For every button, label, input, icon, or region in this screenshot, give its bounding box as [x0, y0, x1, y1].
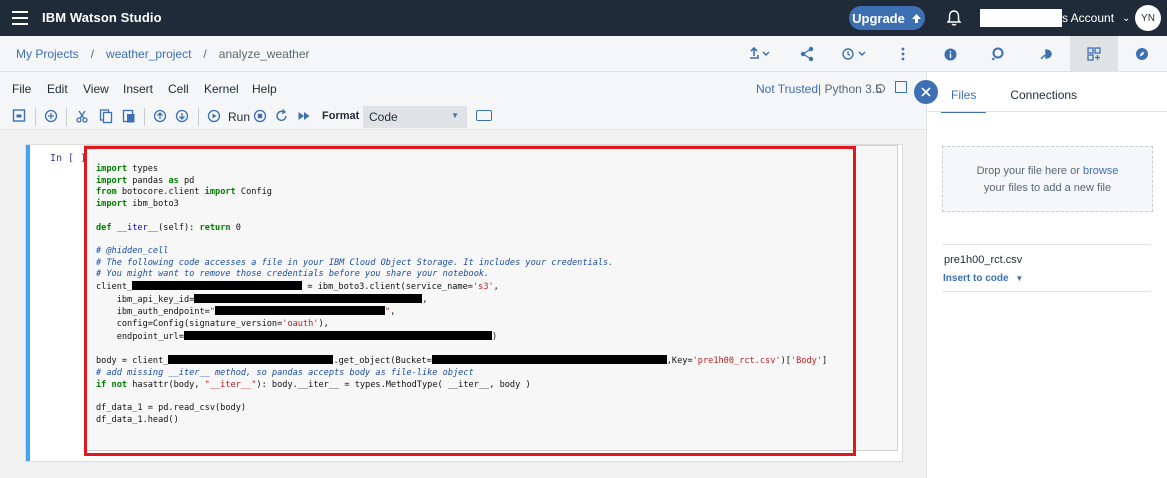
share-icon[interactable]: [799, 45, 815, 63]
account-label: s Account: [1062, 11, 1115, 25]
toolbar-divider: [35, 108, 36, 126]
menu-kernel[interactable]: Kernel: [204, 82, 239, 96]
breadcrumb-current: analyze_weather: [218, 47, 310, 61]
cell-selected-indicator: [26, 145, 30, 461]
kernel-name: | Python 3.5: [818, 82, 882, 96]
tab-files[interactable]: Files: [941, 88, 987, 113]
cell-type-value: Code: [369, 110, 398, 124]
dropdown-arrow-icon: ▼: [451, 111, 459, 120]
code-content[interactable]: import types import pandas as pd from bo…: [96, 164, 827, 426]
menu-insert[interactable]: Insert: [123, 82, 153, 96]
menu-file[interactable]: File: [12, 82, 31, 96]
comments-icon: [991, 47, 1004, 61]
explore-tab[interactable]: [1118, 36, 1166, 72]
info-tab[interactable]: [926, 36, 974, 72]
tab-connections[interactable]: Connections: [1010, 88, 1077, 113]
breadcrumb-separator: /: [203, 47, 207, 61]
format-label: Format: [322, 110, 360, 122]
restart-kernel-icon[interactable]: [275, 108, 289, 124]
run-all-icon[interactable]: [297, 108, 311, 124]
stop-icon[interactable]: [253, 108, 267, 124]
panel-divider: [927, 111, 1167, 112]
chevron-down-icon: ⌄: [1122, 12, 1131, 24]
breadcrumb-weather-project[interactable]: weather_project: [106, 47, 191, 61]
palette-icon: [1040, 49, 1052, 60]
run-button[interactable]: Run: [228, 110, 250, 124]
user-avatar[interactable]: YN: [1135, 5, 1161, 31]
menu-help[interactable]: Help: [252, 82, 277, 96]
menu-cell[interactable]: Cell: [168, 82, 189, 96]
breadcrumb: My Projects / weather_project / analyze_…: [16, 47, 310, 61]
dropzone-text-2: your files to add a new file: [983, 182, 1112, 194]
data-grid-icon: [1087, 47, 1101, 61]
account-switcher[interactable]: s Account ⌄: [980, 8, 1130, 28]
close-icon: [921, 87, 931, 97]
hamburger-menu-icon[interactable]: [12, 11, 28, 25]
notebook-menu-bar: File Edit View Insert Cell Kernel Help N…: [0, 72, 926, 104]
trust-status[interactable]: Not Trusted: [756, 82, 818, 96]
palette-tab[interactable]: [1022, 36, 1070, 72]
more-options-icon[interactable]: [898, 45, 908, 63]
notification-bell-icon[interactable]: [946, 9, 962, 27]
file-drop-zone[interactable]: Drop your file here or browse your files…: [942, 146, 1153, 212]
upgrade-button[interactable]: Upgrade: [849, 6, 925, 30]
insert-to-code-button[interactable]: Insert to code ▼: [943, 273, 1023, 284]
keyboard-shortcuts-icon[interactable]: [476, 110, 492, 121]
compass-icon: [1136, 48, 1148, 60]
toolbar-divider: [66, 108, 67, 126]
right-panel-tabs: Files Connections: [941, 88, 1077, 113]
file-name: pre1h00_rct.csv: [944, 254, 1023, 266]
toolbar-divider: [198, 108, 199, 126]
file-item[interactable]: pre1h00_rct.csv Insert to code ▼: [942, 244, 1151, 292]
menu-view[interactable]: View: [83, 82, 109, 96]
run-icon[interactable]: [207, 108, 221, 124]
save-icon[interactable]: [12, 108, 26, 124]
browse-link[interactable]: browse: [1083, 165, 1118, 177]
menu-edit[interactable]: Edit: [47, 82, 68, 96]
right-panel-icon-tabs: [926, 36, 1167, 72]
brand-title[interactable]: IBM Watson Studio: [42, 10, 162, 25]
breadcrumb-bar: My Projects / weather_project / analyze_…: [0, 36, 926, 72]
upgrade-arrow-icon: [911, 13, 921, 23]
upgrade-label: Upgrade: [852, 10, 905, 26]
breadcrumb-my-projects[interactable]: My Projects: [16, 47, 79, 61]
toolbar-divider: [144, 108, 145, 126]
redacted-account-name: [980, 9, 1062, 27]
cell-type-select[interactable]: Code ▼: [363, 106, 467, 128]
data-assets-tab[interactable]: [1070, 36, 1118, 72]
cut-icon[interactable]: [75, 108, 89, 124]
expand-icon[interactable]: [895, 81, 907, 93]
add-cell-icon[interactable]: [44, 108, 58, 124]
export-icon[interactable]: [744, 45, 774, 63]
insert-to-code-label: Insert to code: [943, 273, 1009, 284]
move-down-icon[interactable]: [175, 108, 189, 124]
comments-tab[interactable]: [974, 36, 1022, 72]
close-panel-button[interactable]: [914, 80, 938, 104]
schedule-clock-icon[interactable]: [840, 45, 870, 63]
dropzone-text: Drop your file here or: [976, 165, 1083, 177]
breadcrumb-separator: /: [90, 47, 95, 61]
kernel-idle-icon: [876, 84, 885, 93]
copy-icon[interactable]: [99, 108, 113, 124]
caret-down-icon: ▼: [1015, 274, 1024, 283]
notebook-toolbar: Run Format Code ▼: [0, 104, 926, 130]
move-up-icon[interactable]: [153, 108, 167, 124]
paste-icon[interactable]: [122, 108, 136, 124]
info-icon: [944, 48, 956, 60]
top-bar: IBM Watson Studio Upgrade s Account ⌄ YN: [0, 0, 1167, 36]
